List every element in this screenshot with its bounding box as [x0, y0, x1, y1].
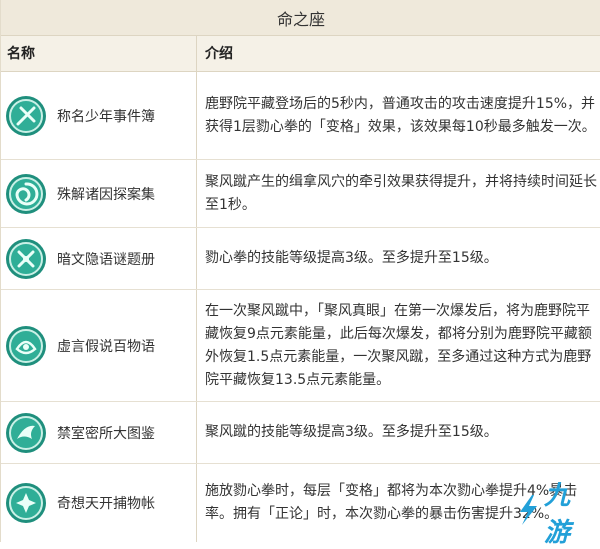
constellation-desc: 鹿野院平藏登场后的5秒内，普通攻击的攻击速度提升15%，并获得1层勠心拳的「变格… — [205, 95, 596, 135]
table-row: 暗文隐语谜题册 勠心拳的技能等级提高3级。至多提升至15级。 — [1, 228, 600, 290]
constellation-name: 殊解诸因探案集 — [57, 186, 155, 203]
constellation-desc: 聚风蹴的技能等级提高3级。至多提升至15级。 — [205, 424, 498, 440]
constellation-4-icon — [5, 325, 47, 367]
constellation-2-icon — [5, 173, 47, 215]
constellation-desc: 在一次聚风蹴中，「聚风真眼」在第一次爆发后，将为鹿野院平藏恢复9点元素能量，此后… — [205, 302, 592, 388]
table-header: 名称 介绍 — [1, 36, 600, 72]
constellation-3-icon — [5, 238, 47, 280]
table-row: 虚言假说百物语 在一次聚风蹴中，「聚风真眼」在第一次爆发后，将为鹿野院平藏恢复9… — [1, 290, 600, 402]
table-row: 奇想天开捕物帐 施放勠心拳时，每层「变格」都将为本次勠心拳提升4%暴击率。拥有「… — [1, 464, 600, 542]
constellation-table: 命之座 名称 介绍 称名少年事件簿 鹿野院平藏登场后的5秒内，普通攻击的攻击速度… — [0, 0, 600, 548]
name-cell: 禁室密所大图鉴 — [1, 402, 196, 463]
constellation-desc: 聚风蹴产生的缉拿风穴的牵引效果获得提升，并将持续时间延长至1秒。 — [205, 173, 597, 213]
table-row: 殊解诸因探案集 聚风蹴产生的缉拿风穴的牵引效果获得提升，并将持续时间延长至1秒。 — [1, 160, 600, 228]
constellation-name: 称名少年事件簿 — [57, 108, 155, 125]
constellation-name: 暗文隐语谜题册 — [57, 251, 155, 268]
constellation-name: 禁室密所大图鉴 — [57, 425, 155, 442]
header-name: 名称 — [7, 46, 35, 62]
name-cell: 虚言假说百物语 — [1, 290, 196, 401]
table-title: 命之座 — [1, 0, 600, 36]
name-cell: 称名少年事件簿 — [1, 72, 196, 159]
constellation-1-icon — [5, 95, 47, 137]
header-desc: 介绍 — [205, 46, 233, 62]
constellation-name: 虚言假说百物语 — [57, 338, 155, 355]
watermark-text: 九游 — [544, 481, 571, 548]
constellation-desc: 勠心拳的技能等级提高3级。至多提升至15级。 — [205, 250, 498, 266]
jiuyou-logo-icon — [512, 492, 542, 532]
constellation-5-icon — [5, 412, 47, 454]
constellation-6-icon — [5, 482, 47, 524]
name-cell: 殊解诸因探案集 — [1, 160, 196, 227]
table-row: 禁室密所大图鉴 聚风蹴的技能等级提高3级。至多提升至15级。 — [1, 402, 600, 464]
constellation-name: 奇想天开捕物帐 — [57, 496, 155, 512]
name-cell: 暗文隐语谜题册 — [1, 228, 196, 289]
watermark: 九游 — [512, 481, 594, 548]
table-row: 称名少年事件簿 鹿野院平藏登场后的5秒内，普通攻击的攻击速度提升15%，并获得1… — [1, 72, 600, 160]
name-cell: 奇想天开捕物帐 — [1, 464, 196, 542]
